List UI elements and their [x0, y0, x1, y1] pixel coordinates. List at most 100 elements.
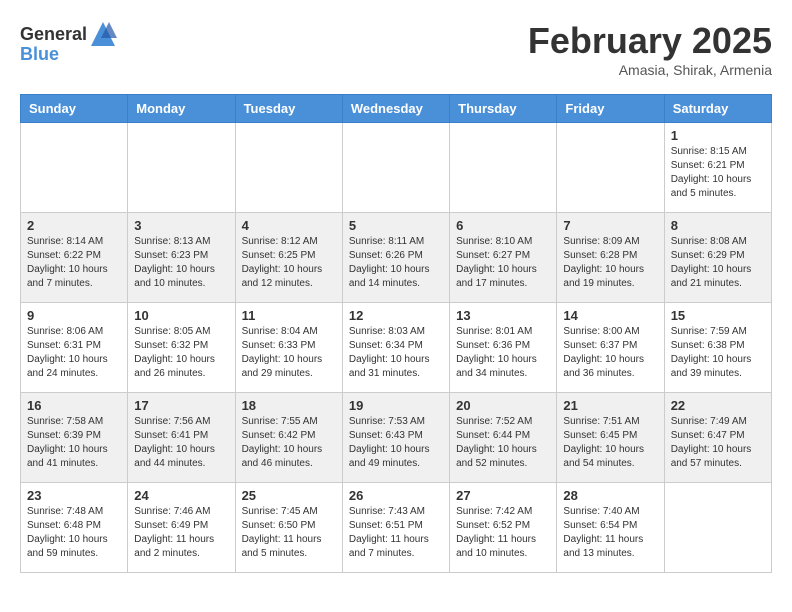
day-info: Sunrise: 8:01 AM Sunset: 6:36 PM Dayligh… — [456, 325, 550, 381]
calendar-cell: 6 Sunrise: 8:10 AM Sunset: 6:27 PM Daylig… — [450, 213, 557, 303]
calendar-cell: 25 Sunrise: 7:45 AM Sunset: 6:50 PM Dayli… — [235, 483, 342, 573]
calendar-cell: 26Sunrise: 7:43 AM Sunset: 6:51 PM Dayli… — [342, 483, 449, 573]
calendar-cell: 5Sunrise: 8:11 AM Sunset: 6:26 PM Daylig… — [342, 213, 449, 303]
week-row-4: 16 Sunrise: 7:58 AM Sunset: 6:39 PM Dayli… — [21, 393, 772, 483]
day-info: Sunrise: 8:09 AM Sunset: 6:28 PM Dayligh… — [563, 235, 657, 291]
day-info: Sunrise: 8:03 AM Sunset: 6:34 PM Dayligh… — [349, 325, 443, 381]
day-number: 19 — [349, 398, 443, 413]
logo-icon — [89, 20, 117, 48]
day-info: Sunrise: 7:51 AM Sunset: 6:45 PM Dayligh… — [563, 415, 657, 471]
header-tuesday: Tuesday — [235, 95, 342, 123]
day-info: Sunrise: 7:53 AM Sunset: 6:43 PM Dayligh… — [349, 415, 443, 471]
day-info: Sunrise: 8:00 AM Sunset: 6:37 PM Dayligh… — [563, 325, 657, 381]
month-title: February 2025 — [528, 20, 772, 62]
logo-general: General — [20, 24, 87, 45]
day-number: 18 — [242, 398, 336, 413]
location-subtitle: Amasia, Shirak, Armenia — [528, 62, 772, 78]
day-info: Sunrise: 8:05 AM Sunset: 6:32 PM Dayligh… — [134, 325, 228, 381]
day-number: 20 — [456, 398, 550, 413]
calendar-cell: 23 Sunrise: 7:48 AM Sunset: 6:48 PM Dayli… — [21, 483, 128, 573]
header-saturday: Saturday — [664, 95, 771, 123]
header-thursday: Thursday — [450, 95, 557, 123]
calendar-cell: 19 Sunrise: 7:53 AM Sunset: 6:43 PM Dayli… — [342, 393, 449, 483]
week-row-5: 23 Sunrise: 7:48 AM Sunset: 6:48 PM Dayli… — [21, 483, 772, 573]
day-info: Sunrise: 8:08 AM Sunset: 6:29 PM Dayligh… — [671, 235, 765, 291]
calendar-cell: 12 Sunrise: 8:03 AM Sunset: 6:34 PM Dayli… — [342, 303, 449, 393]
day-info: Sunrise: 8:13 AM Sunset: 6:23 PM Dayligh… — [134, 235, 228, 291]
day-info: Sunrise: 8:10 AM Sunset: 6:27 PM Dayligh… — [456, 235, 550, 291]
header-wednesday: Wednesday — [342, 95, 449, 123]
day-number: 14 — [563, 308, 657, 323]
calendar-cell — [342, 123, 449, 213]
day-number: 3 — [134, 218, 228, 233]
logo: General Blue — [20, 20, 117, 65]
calendar-cell: 17 Sunrise: 7:56 AM Sunset: 6:41 PM Dayli… — [128, 393, 235, 483]
day-info: Sunrise: 7:58 AM Sunset: 6:39 PM Dayligh… — [27, 415, 121, 471]
day-number: 26 — [349, 488, 443, 503]
calendar-cell: 7 Sunrise: 8:09 AM Sunset: 6:28 PM Daylig… — [557, 213, 664, 303]
day-info: Sunrise: 8:06 AM Sunset: 6:31 PM Dayligh… — [27, 325, 121, 381]
day-number: 11 — [242, 308, 336, 323]
calendar-cell: 10 Sunrise: 8:05 AM Sunset: 6:32 PM Dayli… — [128, 303, 235, 393]
calendar-cell: 20 Sunrise: 7:52 AM Sunset: 6:44 PM Dayli… — [450, 393, 557, 483]
day-number: 6 — [456, 218, 550, 233]
day-info: Sunrise: 7:46 AM Sunset: 6:49 PM Dayligh… — [134, 505, 228, 561]
day-number: 12 — [349, 308, 443, 323]
calendar-cell: 27 Sunrise: 7:42 AM Sunset: 6:52 PM Dayli… — [450, 483, 557, 573]
calendar-cell: 18Sunrise: 7:55 AM Sunset: 6:42 PM Dayli… — [235, 393, 342, 483]
week-row-1: 1 Sunrise: 8:15 AM Sunset: 6:21 PM Daylig… — [21, 123, 772, 213]
calendar-cell: 2Sunrise: 8:14 AM Sunset: 6:22 PM Daylig… — [21, 213, 128, 303]
calendar-cell: 16 Sunrise: 7:58 AM Sunset: 6:39 PM Dayli… — [21, 393, 128, 483]
day-number: 9 — [27, 308, 121, 323]
day-number: 1 — [671, 128, 765, 143]
day-info: Sunrise: 7:52 AM Sunset: 6:44 PM Dayligh… — [456, 415, 550, 471]
calendar-cell — [450, 123, 557, 213]
day-number: 15 — [671, 308, 765, 323]
day-info: Sunrise: 8:04 AM Sunset: 6:33 PM Dayligh… — [242, 325, 336, 381]
day-number: 23 — [27, 488, 121, 503]
calendar-cell — [235, 123, 342, 213]
day-number: 13 — [456, 308, 550, 323]
header-sunday: Sunday — [21, 95, 128, 123]
calendar-cell — [664, 483, 771, 573]
day-info: Sunrise: 8:12 AM Sunset: 6:25 PM Dayligh… — [242, 235, 336, 291]
day-info: Sunrise: 7:56 AM Sunset: 6:41 PM Dayligh… — [134, 415, 228, 471]
day-number: 22 — [671, 398, 765, 413]
week-row-3: 9 Sunrise: 8:06 AM Sunset: 6:31 PM Daylig… — [21, 303, 772, 393]
day-info: Sunrise: 7:42 AM Sunset: 6:52 PM Dayligh… — [456, 505, 550, 561]
header-friday: Friday — [557, 95, 664, 123]
day-info: Sunrise: 8:15 AM Sunset: 6:21 PM Dayligh… — [671, 145, 765, 201]
calendar-cell: 11 Sunrise: 8:04 AM Sunset: 6:33 PM Dayli… — [235, 303, 342, 393]
day-info: Sunrise: 7:48 AM Sunset: 6:48 PM Dayligh… — [27, 505, 121, 561]
day-number: 16 — [27, 398, 121, 413]
day-number: 17 — [134, 398, 228, 413]
calendar-cell: 1 Sunrise: 8:15 AM Sunset: 6:21 PM Daylig… — [664, 123, 771, 213]
calendar-cell: 8 Sunrise: 8:08 AM Sunset: 6:29 PM Daylig… — [664, 213, 771, 303]
day-info: Sunrise: 7:59 AM Sunset: 6:38 PM Dayligh… — [671, 325, 765, 381]
page-header: General Blue February 2025 Amasia, Shira… — [20, 20, 772, 78]
calendar-cell: 9 Sunrise: 8:06 AM Sunset: 6:31 PM Daylig… — [21, 303, 128, 393]
week-row-2: 2Sunrise: 8:14 AM Sunset: 6:22 PM Daylig… — [21, 213, 772, 303]
day-number: 25 — [242, 488, 336, 503]
calendar-cell: 4 Sunrise: 8:12 AM Sunset: 6:25 PM Daylig… — [235, 213, 342, 303]
day-number: 10 — [134, 308, 228, 323]
title-section: February 2025 Amasia, Shirak, Armenia — [528, 20, 772, 78]
day-number: 8 — [671, 218, 765, 233]
day-number: 4 — [242, 218, 336, 233]
day-number: 27 — [456, 488, 550, 503]
day-info: Sunrise: 7:49 AM Sunset: 6:47 PM Dayligh… — [671, 415, 765, 471]
day-number: 28 — [563, 488, 657, 503]
calendar-cell — [128, 123, 235, 213]
day-number: 2 — [27, 218, 121, 233]
calendar-cell: 3 Sunrise: 8:13 AM Sunset: 6:23 PM Daylig… — [128, 213, 235, 303]
logo-blue: Blue — [20, 44, 59, 65]
day-number: 5 — [349, 218, 443, 233]
calendar-cell: 28 Sunrise: 7:40 AM Sunset: 6:54 PM Dayli… — [557, 483, 664, 573]
day-info: Sunrise: 7:40 AM Sunset: 6:54 PM Dayligh… — [563, 505, 657, 561]
calendar-cell: 15 Sunrise: 7:59 AM Sunset: 6:38 PM Dayli… — [664, 303, 771, 393]
day-number: 7 — [563, 218, 657, 233]
calendar-cell: 21Sunrise: 7:51 AM Sunset: 6:45 PM Dayli… — [557, 393, 664, 483]
calendar-cell: 13 Sunrise: 8:01 AM Sunset: 6:36 PM Dayli… — [450, 303, 557, 393]
day-info: Sunrise: 7:45 AM Sunset: 6:50 PM Dayligh… — [242, 505, 336, 561]
day-number: 24 — [134, 488, 228, 503]
